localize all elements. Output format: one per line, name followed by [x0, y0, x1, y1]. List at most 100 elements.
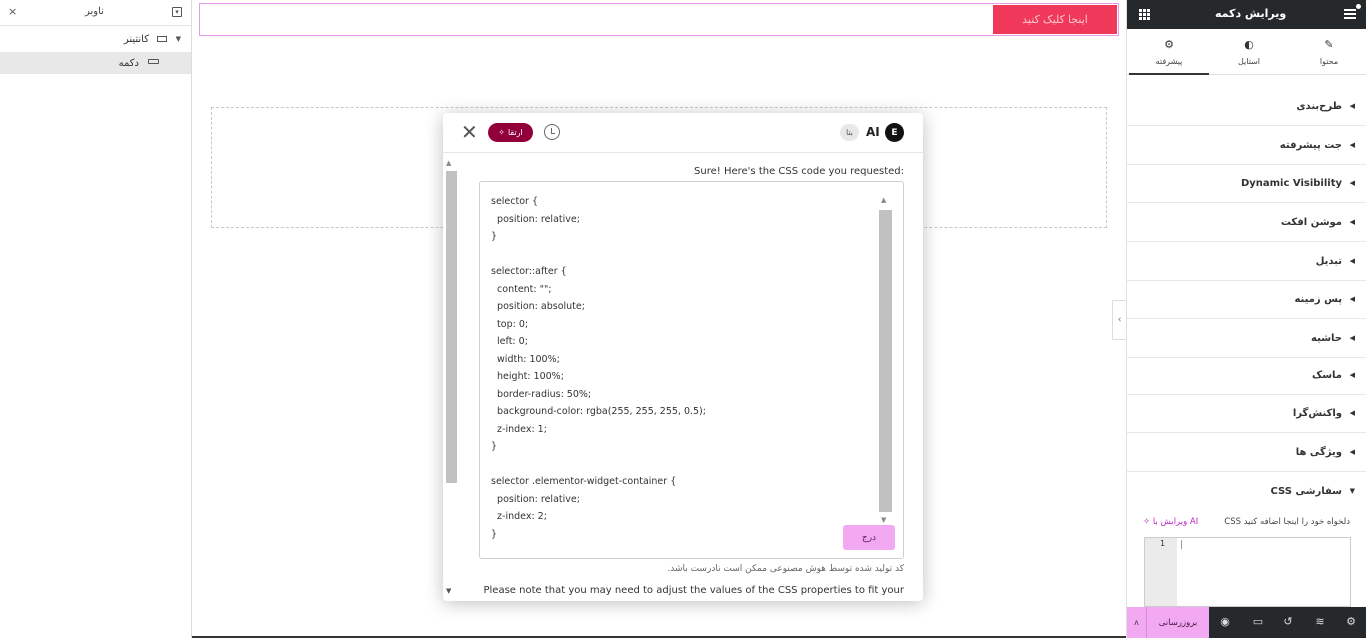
caret-down-icon: ▼ — [1349, 487, 1355, 495]
navigator-item-label: دکمه — [118, 57, 139, 69]
sparkle-icon: ✧ — [498, 128, 505, 137]
preview-eye-icon[interactable]: ◉ — [1218, 615, 1232, 629]
update-button[interactable]: بروزرسانی — [1147, 607, 1209, 638]
generated-code: selector { position: relative; } selecto… — [491, 196, 706, 540]
caret-left-icon: ◀ — [1349, 141, 1355, 149]
caret-down-icon[interactable]: ▼ — [176, 35, 181, 43]
scroll-up-icon[interactable]: ▲ — [881, 196, 886, 204]
section-title: ویژگی ها — [1295, 447, 1342, 458]
ai-reply-intro: Sure! Here's the CSS code you requested: — [694, 166, 904, 177]
caret-left-icon: ◀ — [1349, 371, 1355, 379]
panel-tabs: ⚙ پیشرفته ◐ استایل ✎ محتوا — [1127, 29, 1366, 75]
section-title: واکنش‌گرا — [1292, 408, 1342, 419]
section-title: پس زمینه — [1294, 294, 1342, 305]
close-icon[interactable]: ✕ — [461, 122, 478, 142]
scroll-down-icon[interactable]: ▼ — [881, 516, 886, 524]
gear-icon: ⚙ — [1164, 38, 1174, 51]
css-editor-gutter: 1 — [1145, 538, 1177, 606]
generated-code-box[interactable]: selector { position: relative; } selecto… — [479, 181, 904, 559]
settings-gear-icon[interactable]: ⚙ — [1344, 615, 1358, 629]
edit-with-ai-link[interactable]: ✧ ویرایش با AI — [1143, 517, 1198, 527]
notification-dot-icon — [1356, 4, 1361, 9]
caret-left-icon: ◀ — [1349, 448, 1355, 456]
editor-panel: ویرایش دکمه ⚙ پیشرفته ◐ استایل ✎ محتوا ط… — [1126, 0, 1366, 638]
section-title: طرح‌بندی — [1296, 101, 1342, 112]
navigator-title: ناوبر — [85, 6, 104, 17]
navigator-collapse-icon[interactable]: ▾ — [172, 7, 182, 17]
caret-left-icon: ◀ — [1349, 102, 1355, 110]
responsive-mode-icon[interactable]: ▭ — [1251, 615, 1265, 629]
section-custom-css[interactable]: CSS سفارشی ▼ — [1127, 473, 1366, 511]
navigator-close-icon[interactable]: × — [8, 5, 17, 18]
chevron-up-icon: ˄ — [1133, 617, 1140, 628]
section-title: موشن افکت — [1280, 217, 1342, 228]
pencil-icon: ✎ — [1324, 38, 1334, 51]
section-jet-advanced[interactable]: جت پیشرفته ◀ — [1127, 127, 1366, 165]
ai-disclaimer: کد تولید شده توسط هوش مصنوعی ممکن است نا… — [667, 564, 904, 574]
section-responsive[interactable]: واکنش‌گرا ◀ — [1127, 395, 1366, 433]
beta-badge: بتا — [840, 124, 859, 141]
section-title: جت پیشرفته — [1279, 140, 1342, 151]
section-title: تبدیل — [1315, 256, 1342, 267]
custom-css-hint: CSS دلخواه خود را اینجا اضافه کنید — [1224, 517, 1350, 527]
ai-dialog-header: ✕ ✧ ارتقا بتا AI E — [443, 113, 923, 153]
tab-advanced[interactable]: ⚙ پیشرفته — [1129, 29, 1209, 75]
tab-label: استایل — [1237, 57, 1261, 66]
panel-header: ویرایش دکمه — [1127, 0, 1366, 29]
scrollbar-thumb[interactable] — [446, 171, 457, 483]
navigator-item-container[interactable]: کانتینر ▼ — [0, 28, 191, 50]
section-dynamic-visibility[interactable]: Dynamic Visibility ◀ — [1127, 165, 1366, 203]
custom-css-editor[interactable]: 1 — [1144, 537, 1351, 607]
upgrade-button[interactable]: ✧ ارتقا — [488, 123, 533, 142]
section-motion-effects[interactable]: موشن افکت ◀ — [1127, 204, 1366, 242]
apps-grid-icon[interactable] — [1139, 9, 1150, 20]
sparkle-icon: ✧ — [1143, 517, 1151, 527]
tab-label: پیشرفته — [1155, 57, 1183, 66]
caret-left-icon: ◀ — [1349, 409, 1355, 417]
section-layout[interactable]: طرح‌بندی ◀ — [1127, 88, 1366, 126]
button-widget-icon — [148, 59, 159, 64]
upgrade-label: ارتقا — [507, 128, 523, 137]
edit-with-ai-label: ویرایش با AI — [1152, 517, 1199, 527]
panel-toggle-icon[interactable]: ‹ — [1112, 300, 1126, 340]
caret-left-icon: ◀ — [1349, 334, 1355, 342]
layers-icon[interactable]: ≋ — [1313, 615, 1327, 629]
button-widget[interactable]: اینجا کلیک کنید — [199, 3, 1119, 36]
code-scrollbar[interactable]: ▲ ▼ — [879, 196, 892, 524]
insert-button[interactable]: درج — [843, 525, 895, 550]
section-border[interactable]: حاشیه ◀ — [1127, 320, 1366, 358]
half-circle-icon: ◐ — [1244, 38, 1254, 51]
ai-dialog: ✕ ✧ ارتقا بتا AI E ▲ ▼ Sure! Here's the … — [443, 113, 923, 601]
text-cursor — [1181, 540, 1182, 549]
scrollbar-thumb[interactable] — [879, 210, 892, 512]
menu-icon[interactable] — [1344, 9, 1356, 19]
section-transform[interactable]: تبدیل ◀ — [1127, 243, 1366, 281]
section-background[interactable]: پس زمینه ◀ — [1127, 281, 1366, 319]
section-title: حاشیه — [1311, 333, 1342, 344]
ai-note: Please note that you may need to adjust … — [483, 585, 905, 596]
navigator-item-button[interactable]: دکمه — [0, 52, 191, 74]
navigator-item-label: کانتینر — [123, 33, 149, 45]
scroll-up-icon[interactable]: ▲ — [446, 159, 451, 167]
history-icon[interactable]: ↺ — [1281, 615, 1295, 629]
cta-button[interactable]: اینجا کلیک کنید — [993, 5, 1117, 34]
elementor-logo-icon: E — [885, 123, 904, 142]
save-options-button[interactable]: ˄ — [1127, 607, 1147, 638]
section-attributes[interactable]: ویژگی ها ◀ — [1127, 434, 1366, 472]
ai-label: AI — [866, 125, 880, 139]
ai-dialog-scrollbar[interactable]: ▲ ▼ — [446, 159, 457, 595]
caret-left-icon: ◀ — [1349, 295, 1355, 303]
tab-content[interactable]: ✎ محتوا — [1289, 29, 1366, 75]
section-mask[interactable]: ماسک ◀ — [1127, 357, 1366, 395]
container-icon — [157, 36, 167, 42]
line-number: 1 — [1160, 539, 1166, 548]
scroll-down-icon[interactable]: ▼ — [446, 587, 451, 595]
tab-label: محتوا — [1319, 57, 1339, 66]
history-icon[interactable] — [544, 124, 560, 140]
section-title: ماسک — [1311, 370, 1342, 381]
panel-title: ویرایش دکمه — [1215, 7, 1287, 20]
navigator-panel: × ناوبر ▾ کانتینر ▼ دکمه — [0, 0, 192, 638]
panel-footer: ˄ بروزرسانی ◉ ▭ ↺ ≋ ⚙ — [1127, 607, 1366, 638]
caret-left-icon: ◀ — [1349, 257, 1355, 265]
tab-style[interactable]: ◐ استایل — [1209, 29, 1289, 75]
